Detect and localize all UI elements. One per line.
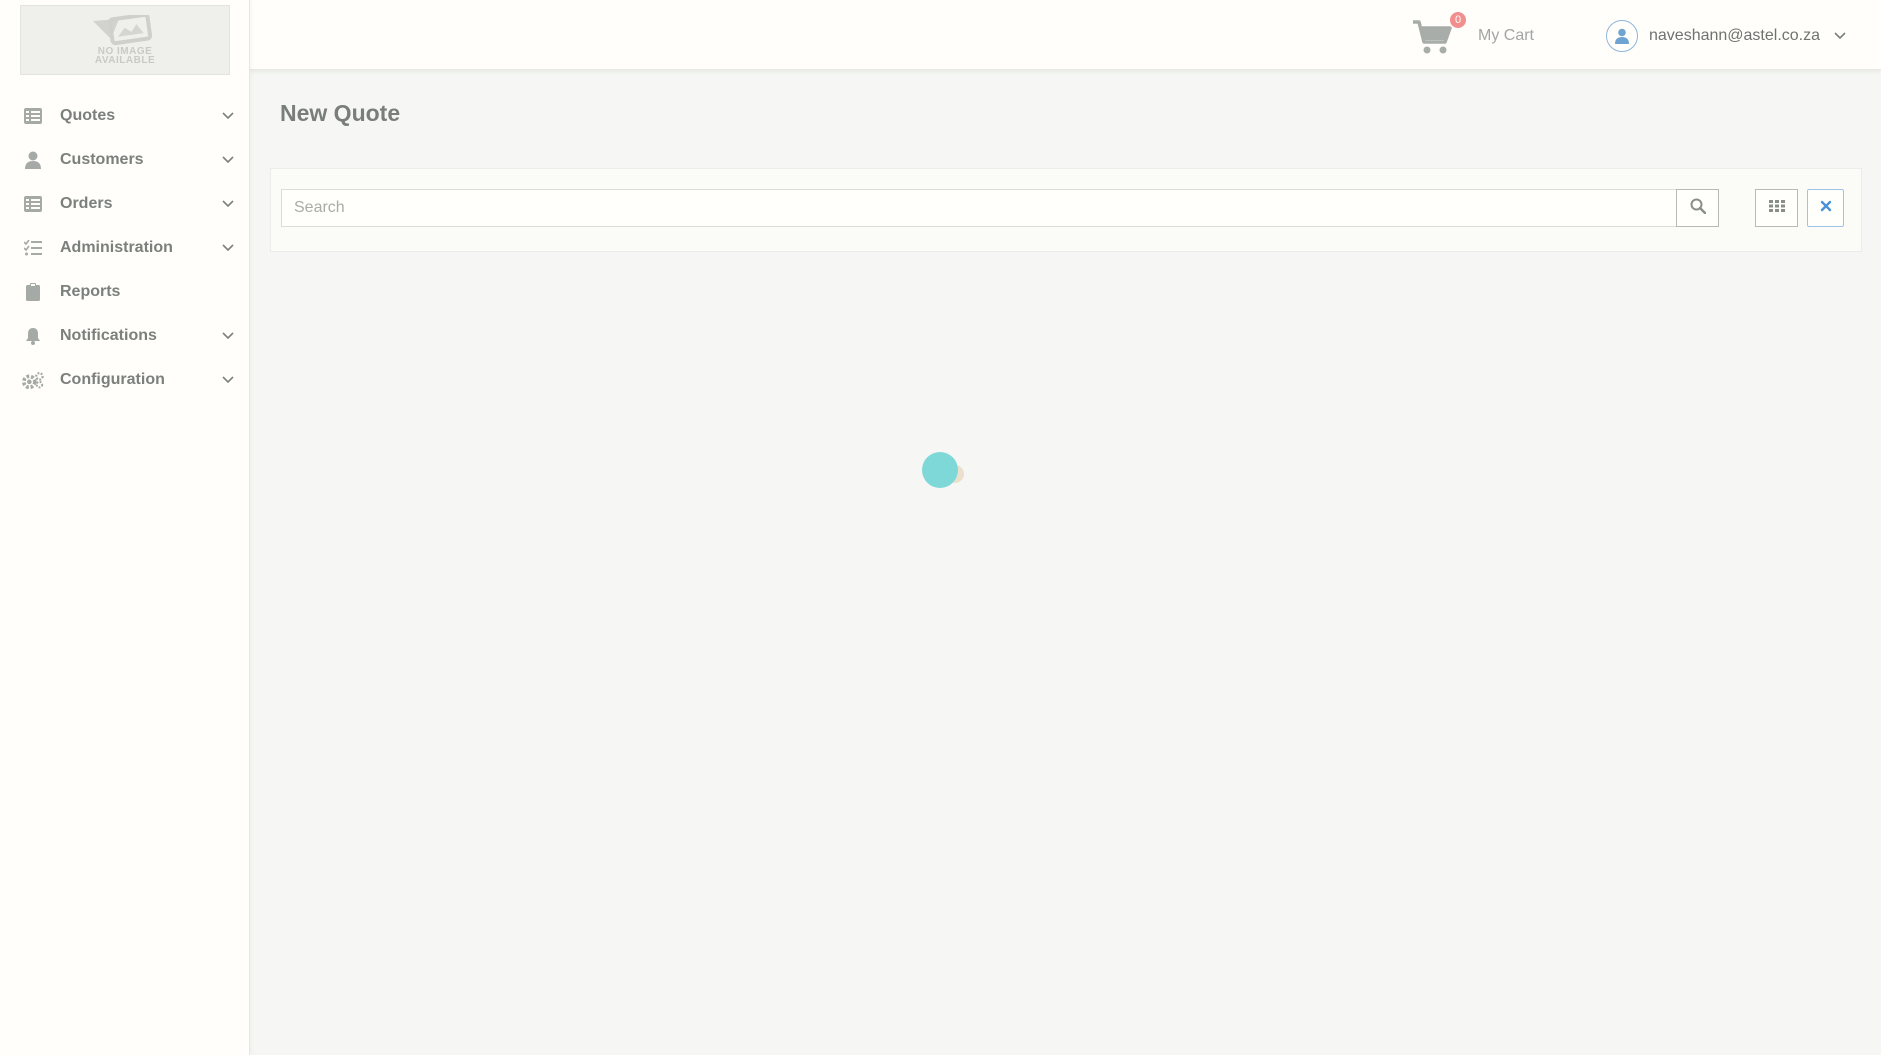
search-icon bbox=[1690, 198, 1706, 219]
sidebar-item-label: Administration bbox=[60, 239, 173, 256]
chevron-down-icon bbox=[220, 196, 236, 212]
chevron-down-icon bbox=[220, 108, 236, 124]
clear-button[interactable] bbox=[1807, 189, 1844, 227]
list-icon bbox=[22, 105, 44, 127]
cogs-icon bbox=[22, 369, 44, 391]
logo-text-line2: AVAILABLE bbox=[94, 55, 156, 66]
sidebar-item-label: Orders bbox=[60, 195, 113, 212]
list-icon bbox=[22, 193, 44, 215]
sidebar-item-quotes[interactable]: Quotes bbox=[0, 94, 250, 138]
search-button[interactable] bbox=[1676, 189, 1719, 227]
user-menu[interactable]: naveshann@astel.co.za bbox=[1606, 20, 1848, 52]
user-email: naveshann@astel.co.za bbox=[1649, 27, 1821, 44]
cart-count-badge: 0 bbox=[1450, 12, 1466, 28]
user-icon bbox=[22, 149, 44, 171]
sidebar-item-label: Reports bbox=[60, 283, 121, 300]
company-logo[interactable]: NO IMAGE AVAILABLE bbox=[20, 5, 230, 75]
sidebar-item-notifications[interactable]: Notifications bbox=[0, 314, 250, 358]
cart-icon: 0 bbox=[1412, 12, 1466, 58]
page-title: New Quote bbox=[280, 100, 401, 126]
chevron-down-icon bbox=[1834, 29, 1848, 43]
sidebar-nav: Quotes Customers Orders Administration R… bbox=[0, 94, 250, 402]
sidebar-item-label: Configuration bbox=[60, 371, 165, 388]
chevron-down-icon bbox=[220, 372, 236, 388]
sidebar-item-configuration[interactable]: Configuration bbox=[0, 358, 250, 402]
clipboard-icon bbox=[22, 281, 44, 303]
loader-ball bbox=[922, 452, 958, 488]
image-placeholder-icon bbox=[93, 15, 153, 46]
loading-spinner bbox=[920, 450, 976, 490]
sidebar-item-label: Customers bbox=[60, 151, 144, 168]
chevron-down-icon bbox=[220, 152, 236, 168]
sidebar-item-administration[interactable]: Administration bbox=[0, 226, 250, 270]
sidebar-item-customers[interactable]: Customers bbox=[0, 138, 250, 182]
grid-view-button[interactable] bbox=[1755, 189, 1798, 227]
sidebar-item-reports[interactable]: Reports bbox=[0, 270, 250, 314]
search-input[interactable] bbox=[281, 189, 1678, 227]
chevron-down-icon bbox=[220, 328, 236, 344]
sidebar-item-orders[interactable]: Orders bbox=[0, 182, 250, 226]
chevron-down-icon bbox=[220, 240, 236, 256]
cart-label: My Cart bbox=[1478, 27, 1534, 44]
grid-icon bbox=[1768, 199, 1785, 217]
tasks-icon bbox=[22, 237, 44, 259]
sidebar-item-label: Quotes bbox=[60, 107, 116, 124]
sidebar: NO IMAGE AVAILABLE Quotes Customers Orde… bbox=[0, 0, 250, 1055]
avatar bbox=[1606, 20, 1638, 52]
bell-icon bbox=[22, 325, 44, 347]
search-panel bbox=[270, 168, 1862, 252]
close-icon bbox=[1820, 199, 1832, 217]
cart-button[interactable]: 0 My Cart bbox=[1412, 12, 1534, 58]
sidebar-item-label: Notifications bbox=[60, 327, 157, 344]
